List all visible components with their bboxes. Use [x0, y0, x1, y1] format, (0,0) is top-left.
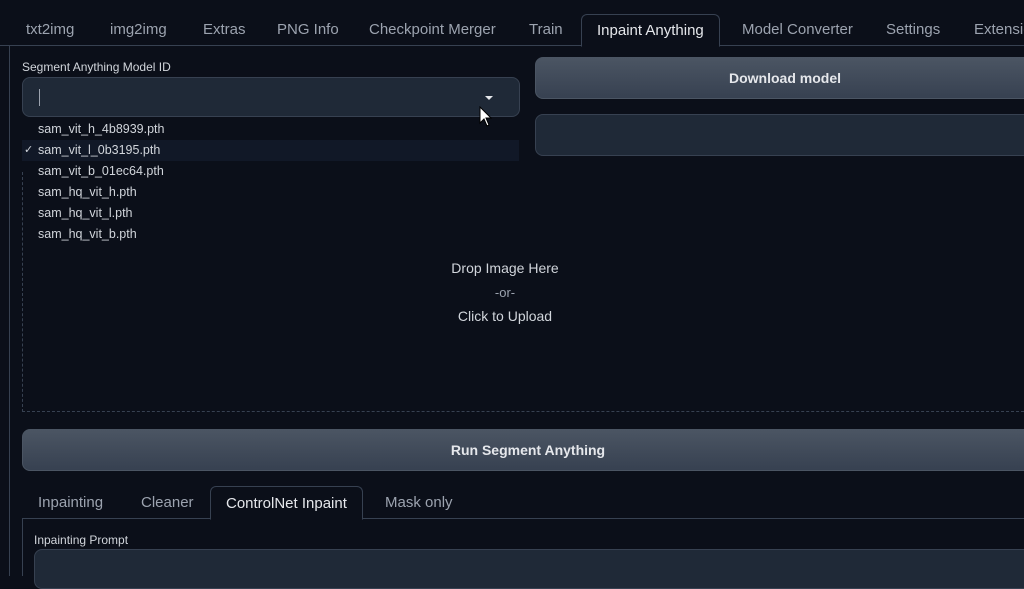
- mouse-cursor-icon: [479, 106, 493, 127]
- tab-model-converter[interactable]: Model Converter: [742, 14, 853, 46]
- tab-cleaner[interactable]: Cleaner: [141, 486, 194, 519]
- option-label: sam_vit_l_0b3195.pth: [38, 143, 161, 157]
- list-item[interactable]: sam_vit_h_4b8939.pth: [22, 119, 519, 140]
- tab-controlnet-inpaint[interactable]: ControlNet Inpaint: [210, 486, 363, 520]
- tab-checkpoint-merger[interactable]: Checkpoint Merger: [369, 14, 496, 46]
- download-model-button[interactable]: Download model: [535, 57, 1024, 99]
- inpainting-prompt-label: Inpainting Prompt: [34, 533, 129, 547]
- tab-inpainting[interactable]: Inpainting: [38, 486, 103, 519]
- tab-img2img[interactable]: img2img: [110, 14, 167, 46]
- tab-extras[interactable]: Extras: [203, 14, 246, 46]
- model-id-dropdown[interactable]: [22, 77, 520, 117]
- run-segment-anything-button[interactable]: Run Segment Anything: [22, 429, 1024, 471]
- tab-inpaint-anything[interactable]: Inpaint Anything: [581, 14, 720, 47]
- list-item-selected[interactable]: ✓ sam_vit_l_0b3195.pth: [22, 140, 519, 161]
- inpainting-prompt-input[interactable]: [34, 549, 1024, 589]
- inpaint-mode-tabs: Inpainting Cleaner ControlNet Inpaint Ma…: [22, 486, 1024, 520]
- tab-png-info[interactable]: PNG Info: [277, 14, 339, 46]
- text-caret: [39, 89, 40, 106]
- checkmark-icon: ✓: [24, 144, 34, 156]
- or-text: -or-: [494, 285, 516, 300]
- tab-settings[interactable]: Settings: [886, 14, 940, 46]
- tab-train[interactable]: Train: [529, 14, 563, 46]
- drop-image-text: Drop Image Here: [451, 260, 559, 276]
- model-id-label: Segment Anything Model ID: [22, 60, 171, 74]
- tab-mask-only[interactable]: Mask only: [385, 486, 453, 519]
- status-box: [535, 114, 1024, 156]
- main-tabs: txt2img img2img Extras PNG Info Checkpoi…: [0, 14, 1024, 47]
- click-to-upload-text[interactable]: Click to Upload: [0, 308, 1010, 324]
- tab-txt2img[interactable]: txt2img: [26, 14, 74, 46]
- tab-extensions[interactable]: Extensions: [974, 14, 1024, 46]
- chevron-down-icon[interactable]: [485, 96, 493, 100]
